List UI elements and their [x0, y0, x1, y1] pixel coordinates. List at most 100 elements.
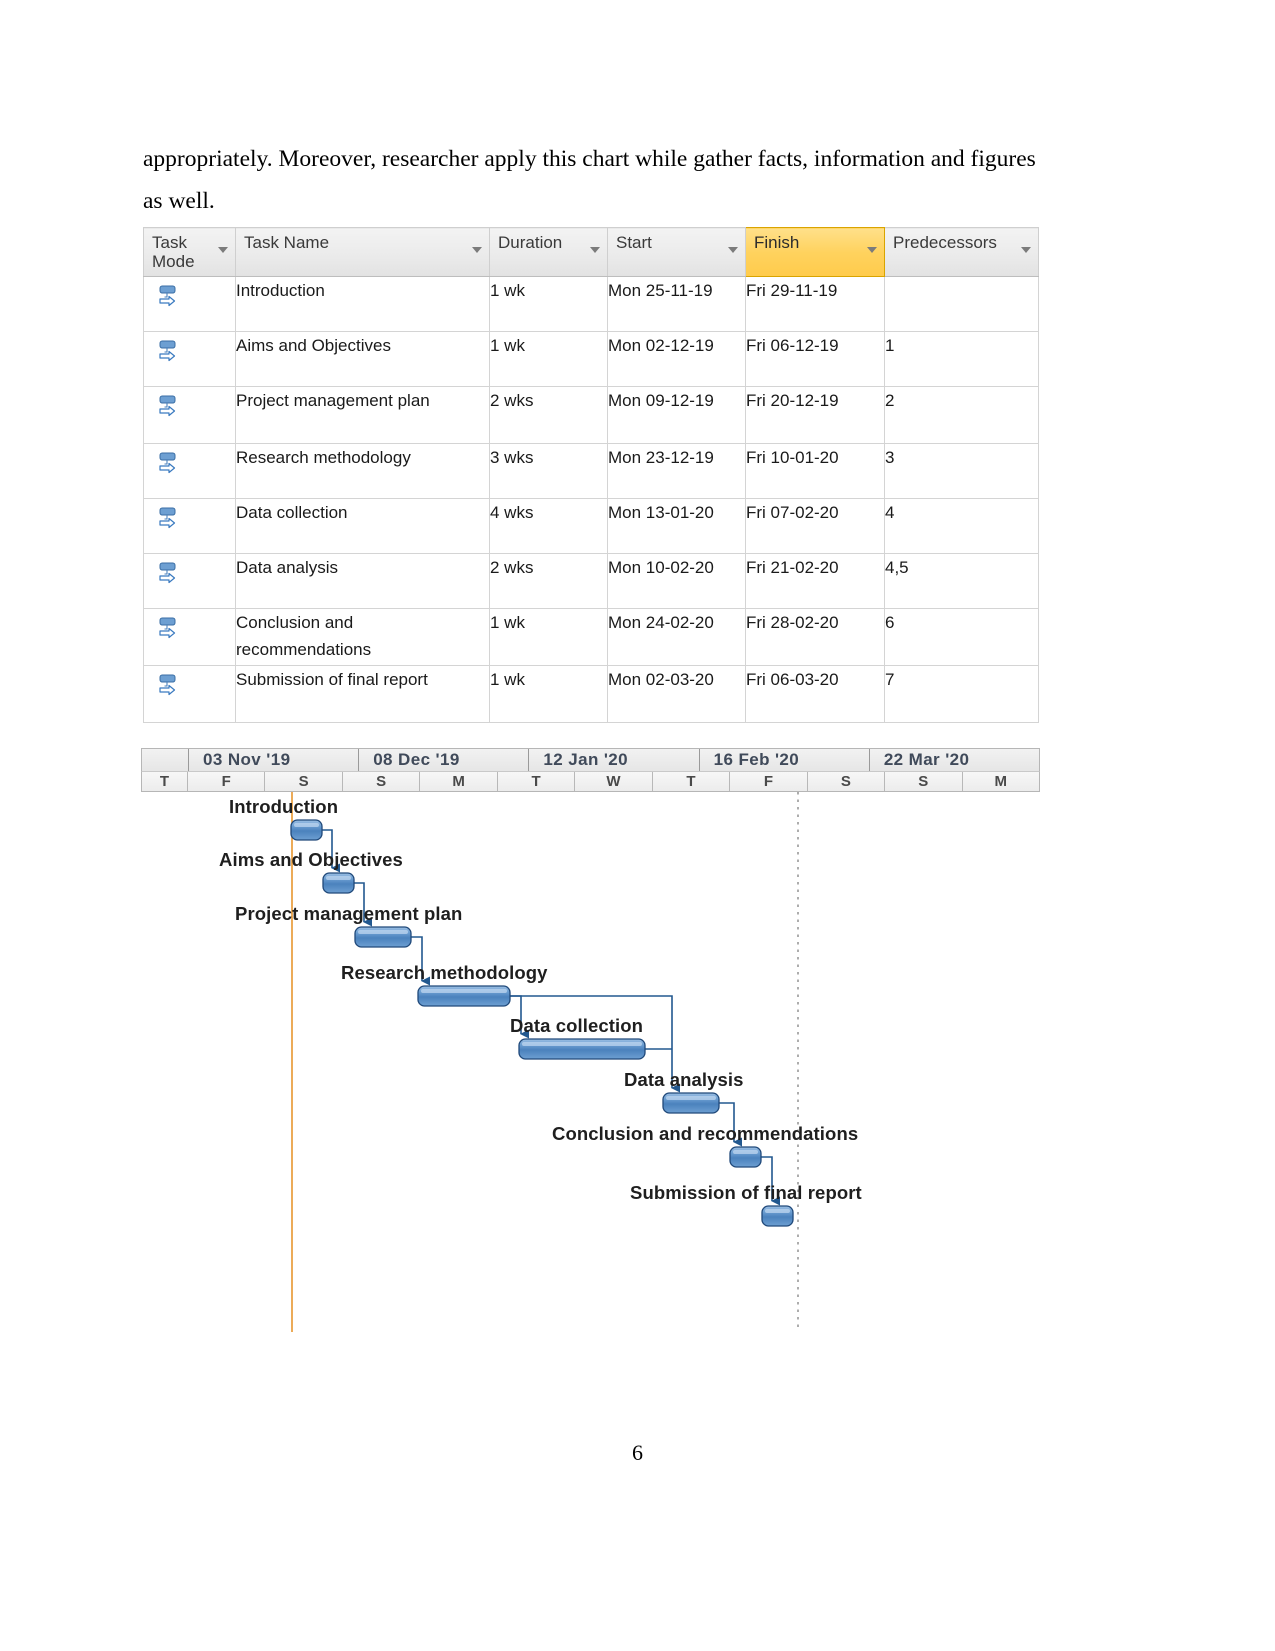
auto-schedule-icon: [159, 452, 176, 474]
cell-task-name[interactable]: Aims and Objectives: [235, 331, 490, 387]
cell-duration[interactable]: 4 wks: [489, 498, 608, 554]
cell-task-mode[interactable]: [143, 276, 236, 332]
cell-predecessors[interactable]: 6: [884, 608, 1039, 666]
gantt-task-label: Research methodology: [341, 962, 548, 983]
cell-finish[interactable]: Fri 10-01-20: [745, 443, 885, 499]
column-header-label: Start: [616, 233, 652, 252]
column-header-finish[interactable]: Finish: [745, 227, 885, 277]
cell-predecessors[interactable]: 2: [884, 386, 1039, 444]
cell-task-name[interactable]: Data analysis: [235, 553, 490, 609]
cell-start[interactable]: Mon 02-12-19: [607, 331, 746, 387]
column-header-task-name[interactable]: Task Name: [235, 227, 490, 277]
cell-start[interactable]: Mon 10-02-20: [607, 553, 746, 609]
table-row[interactable]: Data collection 4 wks Mon 13-01-20 Fri 07-0…: [143, 498, 1039, 554]
chevron-down-icon[interactable]: [218, 247, 228, 253]
cell-duration[interactable]: 1 wk: [489, 276, 608, 332]
column-header-label: Finish: [754, 233, 800, 252]
chevron-down-icon[interactable]: [867, 247, 877, 253]
cell-start[interactable]: Mon 24-02-20: [607, 608, 746, 666]
chevron-down-icon[interactable]: [590, 247, 600, 253]
chevron-down-icon[interactable]: [728, 247, 738, 253]
table-header-row: Task Mode Task Name Duration Start Finis…: [143, 227, 1039, 277]
auto-schedule-icon: [159, 674, 176, 696]
cell-finish[interactable]: Fri 06-03-20: [745, 665, 885, 723]
cell-task-name[interactable]: Research methodology: [235, 443, 490, 499]
cell-finish[interactable]: Fri 28-02-20: [745, 608, 885, 666]
timeline-day-cell: T: [142, 772, 188, 791]
cell-finish[interactable]: Fri 06-12-19: [745, 331, 885, 387]
cell-task-mode[interactable]: [143, 331, 236, 387]
cell-task-name[interactable]: Project management plan: [235, 386, 490, 444]
cell-duration[interactable]: 2 wks: [489, 553, 608, 609]
gantt-bar-highlight: [421, 989, 507, 993]
gantt-chart-plot: Introduction Aims and Objectives Project m…: [141, 792, 1040, 1332]
auto-schedule-icon: [159, 562, 176, 584]
column-header-start[interactable]: Start: [607, 227, 746, 277]
cell-task-name[interactable]: Submission of final report: [235, 665, 490, 723]
auto-schedule-icon: [159, 617, 176, 639]
cell-start[interactable]: Mon 23-12-19: [607, 443, 746, 499]
cell-predecessors[interactable]: 7: [884, 665, 1039, 723]
cell-finish[interactable]: Fri 21-02-20: [745, 553, 885, 609]
column-header-task-mode[interactable]: Task Mode: [143, 227, 236, 277]
gantt-bar-highlight: [765, 1209, 790, 1213]
auto-schedule-icon: [159, 507, 176, 529]
chevron-down-icon[interactable]: [1021, 247, 1031, 253]
cell-task-mode[interactable]: [143, 553, 236, 609]
table-row[interactable]: Aims and Objectives 1 wk Mon 02-12-19 Fri 0…: [143, 331, 1039, 387]
column-header-predecessors[interactable]: Predecessors: [884, 227, 1039, 277]
cell-task-mode[interactable]: [143, 386, 236, 444]
gantt-bar-highlight: [522, 1042, 642, 1046]
cell-duration[interactable]: 1 wk: [489, 608, 608, 666]
table-row[interactable]: Submission of final report 1 wk Mon 02-03-…: [143, 665, 1039, 723]
table-row[interactable]: Introduction 1 wk Mon 25-11-19 Fri 29-11-19: [143, 276, 1039, 332]
table-row[interactable]: Research methodology 3 wks Mon 23-12-19 Fri…: [143, 443, 1039, 499]
cell-finish[interactable]: Fri 07-02-20: [745, 498, 885, 554]
cell-task-mode[interactable]: [143, 608, 236, 666]
timeline-day-cell: T: [498, 772, 576, 791]
cell-start[interactable]: Mon 13-01-20: [607, 498, 746, 554]
table-row[interactable]: Data analysis 2 wks Mon 10-02-20 Fri 21-02-…: [143, 553, 1039, 609]
cell-predecessors[interactable]: 4,5: [884, 553, 1039, 609]
cell-task-mode[interactable]: [143, 443, 236, 499]
gantt-task-label: Conclusion and recommendations: [552, 1123, 859, 1144]
cell-finish[interactable]: Fri 29-11-19: [745, 276, 885, 332]
timeline-day-cell: W: [575, 772, 653, 791]
auto-schedule-icon: [159, 395, 176, 417]
chevron-down-icon[interactable]: [472, 247, 482, 253]
cell-task-name[interactable]: Introduction: [235, 276, 490, 332]
timeline-month-cell: 16 Feb '20: [700, 749, 870, 771]
cell-predecessors[interactable]: [884, 276, 1039, 332]
timeline-day-cell: S: [885, 772, 963, 791]
timeline-month-spacer: [142, 749, 189, 771]
cell-predecessors[interactable]: 4: [884, 498, 1039, 554]
column-header-label: Task Name: [244, 233, 330, 252]
table-row[interactable]: Project management plan 2 wks Mon 09-12-19…: [143, 386, 1039, 444]
cell-start[interactable]: Mon 02-03-20: [607, 665, 746, 723]
gantt-task-label: Project management plan: [235, 903, 463, 924]
cell-start[interactable]: Mon 09-12-19: [607, 386, 746, 444]
timeline-month-cell: 22 Mar '20: [883, 750, 970, 769]
auto-schedule-icon: [159, 285, 176, 307]
column-header-duration[interactable]: Duration: [489, 227, 608, 277]
timeline-day-cell: S: [343, 772, 421, 791]
cell-duration[interactable]: 1 wk: [489, 665, 608, 723]
gantt-bar-highlight: [666, 1096, 716, 1100]
cell-task-name[interactable]: Conclusion and recommendations: [235, 608, 490, 666]
gantt-task-label: Data analysis: [624, 1069, 744, 1090]
cell-duration[interactable]: 3 wks: [489, 443, 608, 499]
cell-predecessors[interactable]: 3: [884, 443, 1039, 499]
cell-duration[interactable]: 1 wk: [489, 331, 608, 387]
cell-predecessors[interactable]: 1: [884, 331, 1039, 387]
table-row[interactable]: Conclusion and recommendations 1 wk Mon 24…: [143, 608, 1039, 666]
cell-start[interactable]: Mon 25-11-19: [607, 276, 746, 332]
cell-finish[interactable]: Fri 20-12-19: [745, 386, 885, 444]
cell-task-mode[interactable]: [143, 498, 236, 554]
cell-duration[interactable]: 2 wks: [489, 386, 608, 444]
cell-task-name[interactable]: Data collection: [235, 498, 490, 554]
cell-task-mode[interactable]: [143, 665, 236, 723]
page-number: 6: [632, 1440, 643, 1465]
timeline-day-row: TFSSMTWTFSSM: [141, 771, 1040, 792]
gantt-bar-highlight: [733, 1150, 758, 1154]
project-task-table: Task Mode Task Name Duration Start Finis…: [143, 227, 1039, 723]
